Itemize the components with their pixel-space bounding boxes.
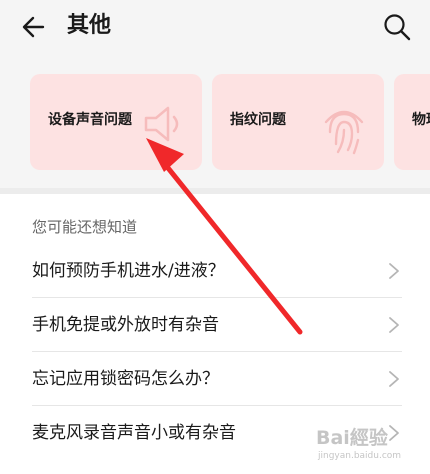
card-fingerprint[interactable]: 指纹问题	[212, 74, 384, 170]
card-label: 设备声音问题	[48, 112, 132, 128]
chevron-right-icon	[389, 263, 399, 279]
card-label: 指纹问题	[230, 112, 286, 128]
card-label: 物理	[412, 112, 430, 128]
chevron-right-icon	[389, 371, 399, 387]
topic-cards: 设备声音问题 指纹问题 物理	[30, 74, 430, 170]
watermark-url: jingyan.baidu.com	[318, 451, 402, 461]
fingerprint-icon	[324, 110, 364, 155]
search-button[interactable]	[382, 12, 412, 42]
topic-cards-area: 设备声音问题 指纹问题 物理	[0, 52, 430, 188]
search-icon	[384, 14, 411, 41]
card-physical[interactable]: 物理	[394, 74, 430, 170]
watermark: Bai經验 jingyan.baidu.com	[316, 424, 426, 464]
card-device-sound[interactable]: 设备声音问题	[30, 74, 202, 170]
list-item[interactable]: 手机免提或外放时有杂音	[0, 298, 430, 352]
list-item[interactable]: 忘记应用锁密码怎么办？	[0, 352, 430, 406]
list-item[interactable]: 如何预防手机进水/进液？	[0, 244, 430, 298]
page-title: 其他	[67, 13, 112, 38]
back-button[interactable]	[20, 12, 50, 42]
speaker-icon	[144, 106, 179, 142]
list-item-label: 麦克风录音声音小或有杂音	[32, 423, 236, 443]
section-divider	[0, 188, 430, 194]
app-header: 其他	[0, 0, 430, 52]
list-item-label: 手机免提或外放时有杂音	[32, 315, 219, 335]
arrow-left-icon	[22, 16, 45, 38]
watermark-logo: Bai經验	[316, 427, 388, 449]
chevron-right-icon	[389, 317, 399, 333]
section-title: 您可能还想知道	[32, 218, 138, 236]
list-item-label: 如何预防手机进水/进液？	[32, 261, 225, 281]
list-item-label: 忘记应用锁密码怎么办？	[32, 369, 219, 389]
